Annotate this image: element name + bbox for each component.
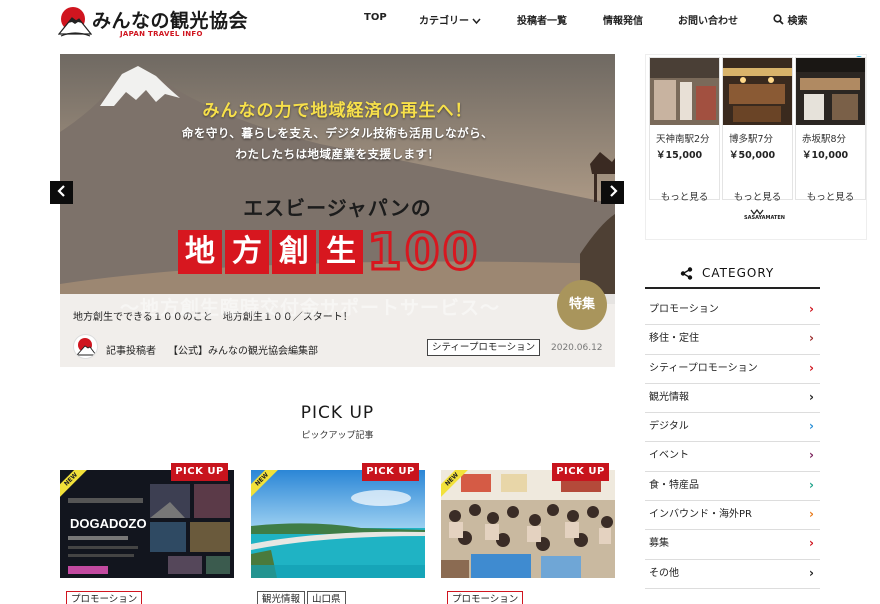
chevron-right-icon: ›: [809, 536, 814, 551]
nav-contact[interactable]: お問い合わせ: [678, 12, 738, 27]
svg-text:DOGADOZO: DOGADOZO: [70, 516, 147, 531]
pickup-label: PICK UP: [171, 463, 228, 481]
ad-photo: [650, 58, 719, 125]
category-item-other[interactable]: その他 ›: [645, 560, 820, 589]
chevron-right-icon: ›: [809, 419, 814, 434]
card-tags: プロモーション: [66, 587, 144, 604]
pickup-label: PICK UP: [362, 463, 419, 481]
ad-place: 天神南駅2分: [656, 134, 710, 145]
ad-photo: [723, 58, 792, 125]
chevron-down-icon: [472, 18, 482, 25]
ad-item[interactable]: 赤坂駅8分 ￥10,000 もっと見る: [795, 57, 866, 203]
card-thumbnail[interactable]: DOGADOZO NEW: [60, 470, 234, 578]
ad-more-link[interactable]: もっと見る: [650, 189, 719, 203]
ad-more-link[interactable]: もっと見る: [723, 189, 792, 203]
ad-price: ￥10,000: [802, 150, 849, 161]
author-name[interactable]: 【公式】みんなの観光協会編集部: [168, 342, 318, 357]
category-item-inbound[interactable]: インバウンド・海外PR ›: [645, 501, 820, 531]
card-tag[interactable]: 山口県: [307, 591, 346, 604]
ad-brand-logo: SASAYAMATEN: [744, 215, 785, 221]
category-item-event[interactable]: イベント ›: [645, 442, 820, 472]
slide-subtext-2: わたしたちは地域産業を支援します！: [235, 147, 440, 161]
nav-search[interactable]: 検索: [773, 12, 807, 27]
chevron-right-icon: ›: [809, 360, 814, 375]
chevron-right-icon: ›: [809, 507, 814, 522]
pickup-subheading: ピックアップ記事: [301, 431, 374, 441]
category-item-recruit[interactable]: 募集 ›: [645, 530, 820, 560]
fuji-logo-icon: [58, 7, 92, 37]
slide-kanji-2: 方: [225, 230, 269, 274]
author-avatar[interactable]: [73, 334, 98, 359]
pickup-card[interactable]: DOGADOZO NEW PICK UP プロモーション: [60, 463, 234, 604]
category-item-migration[interactable]: 移住・定住 ›: [645, 325, 820, 355]
category-item-food[interactable]: 食・特産品 ›: [645, 472, 820, 502]
chevron-right-icon: ›: [809, 331, 814, 346]
card-tag[interactable]: 観光情報: [257, 591, 306, 604]
card-tags: プロモーション: [447, 587, 525, 604]
pickup-card[interactable]: NEW PICK UP 観光情報 山口県: [251, 463, 425, 604]
nav-contributors[interactable]: 投稿者一覧: [517, 12, 567, 27]
slide-kanji-1: 地: [178, 230, 222, 274]
chevron-right-icon: ›: [809, 448, 814, 463]
chevron-right-icon: [609, 185, 618, 197]
card-tags: 観光情報 山口県: [257, 587, 348, 604]
card-thumbnail[interactable]: NEW: [251, 470, 425, 578]
feature-badge: 特集: [557, 280, 607, 330]
slide-kanji-4: 生: [319, 230, 363, 274]
author-label: 記事投稿者: [106, 346, 156, 357]
pickup-label: PICK UP: [552, 463, 609, 481]
slide-company: エスビージャパンの: [243, 196, 432, 220]
chevron-left-icon: [56, 185, 65, 197]
nav-publish[interactable]: 情報発信: [603, 12, 643, 27]
site-logo[interactable]: みんなの観光協会 JAPAN TRAVEL INFO: [58, 4, 248, 40]
ad-item[interactable]: 天神南駅2分 ￥15,000 もっと見る: [649, 57, 720, 203]
featured-slider[interactable]: みんなの力で地域経済の再生へ！ 命を守り、暮らしを支え、デジタル技術も活用しなが…: [60, 54, 615, 367]
pickup-card[interactable]: NEW PICK UP プロモーション: [441, 463, 615, 604]
nav-top[interactable]: TOP: [364, 12, 387, 23]
search-icon: [773, 14, 784, 25]
category-title: CATEGORY: [702, 266, 775, 280]
category-item-tourism[interactable]: 観光情報 ›: [645, 384, 820, 414]
nav-category[interactable]: カテゴリー: [419, 12, 482, 27]
card-thumbnail[interactable]: NEW: [441, 470, 615, 578]
category-item-promotion[interactable]: プロモーション ›: [645, 296, 820, 326]
slider-next-button[interactable]: [601, 181, 624, 204]
card-image-event-crowd: [441, 470, 615, 578]
logo-subtitle: JAPAN TRAVEL INFO: [120, 30, 203, 38]
slide-kanji-3: 創: [272, 230, 316, 274]
slide-subtitle-text: 〜地方創生臨時交付金サポートサービス〜: [120, 297, 501, 319]
card-tag[interactable]: プロモーション: [66, 591, 143, 604]
ad-photo: [796, 58, 865, 125]
category-header: CATEGORY: [645, 260, 820, 289]
slide-date: 2020.06.12: [551, 343, 603, 353]
fuji-logo-icon: [75, 338, 97, 356]
chevron-right-icon: ›: [809, 302, 814, 316]
ad-widget[interactable]: i 天神南駅2分 ￥15,000 もっと見る 博多駅7分 ￥50,000 もっと…: [645, 54, 867, 240]
ad-item[interactable]: 博多駅7分 ￥50,000 もっと見る: [722, 57, 793, 203]
ad-price: ￥50,000: [729, 150, 776, 161]
chevron-right-icon: ›: [809, 389, 814, 404]
slide-headline: みんなの力で地域経済の再生へ！: [202, 101, 473, 121]
category-list: プロモーション › 移住・定住 › シティープロモーション › 観光情報 › デジタル ›…: [645, 296, 820, 589]
logo-title: みんなの観光協会: [92, 10, 249, 32]
card-image-dogadozo: DOGADOZO: [60, 470, 234, 578]
category-item-digital[interactable]: デジタル ›: [645, 413, 820, 443]
ad-more-link[interactable]: もっと見る: [796, 189, 865, 203]
chevron-right-icon: ›: [809, 565, 814, 580]
chevron-right-icon: ›: [809, 477, 814, 492]
share-icon: [680, 267, 693, 280]
card-tag[interactable]: プロモーション: [447, 591, 524, 604]
slide-category-tag[interactable]: シティープロモーション: [427, 339, 541, 356]
slide-subtext-1: 命を守り、暮らしを支え、デジタル技術も活用しながら、: [181, 126, 494, 140]
ad-place: 赤坂駅8分: [802, 134, 847, 145]
card-image-bridge-sea: [251, 470, 425, 578]
site-header: みんなの観光協会 JAPAN TRAVEL INFO TOP カテゴリー 投稿者…: [0, 0, 880, 44]
pickup-heading: PICK UP: [300, 403, 375, 423]
slider-prev-button[interactable]: [50, 181, 73, 204]
ad-place: 博多駅7分: [729, 134, 774, 145]
slide-number: 100: [365, 223, 481, 281]
category-item-city-promotion[interactable]: シティープロモーション ›: [645, 355, 820, 384]
ad-price: ￥15,000: [656, 150, 703, 161]
